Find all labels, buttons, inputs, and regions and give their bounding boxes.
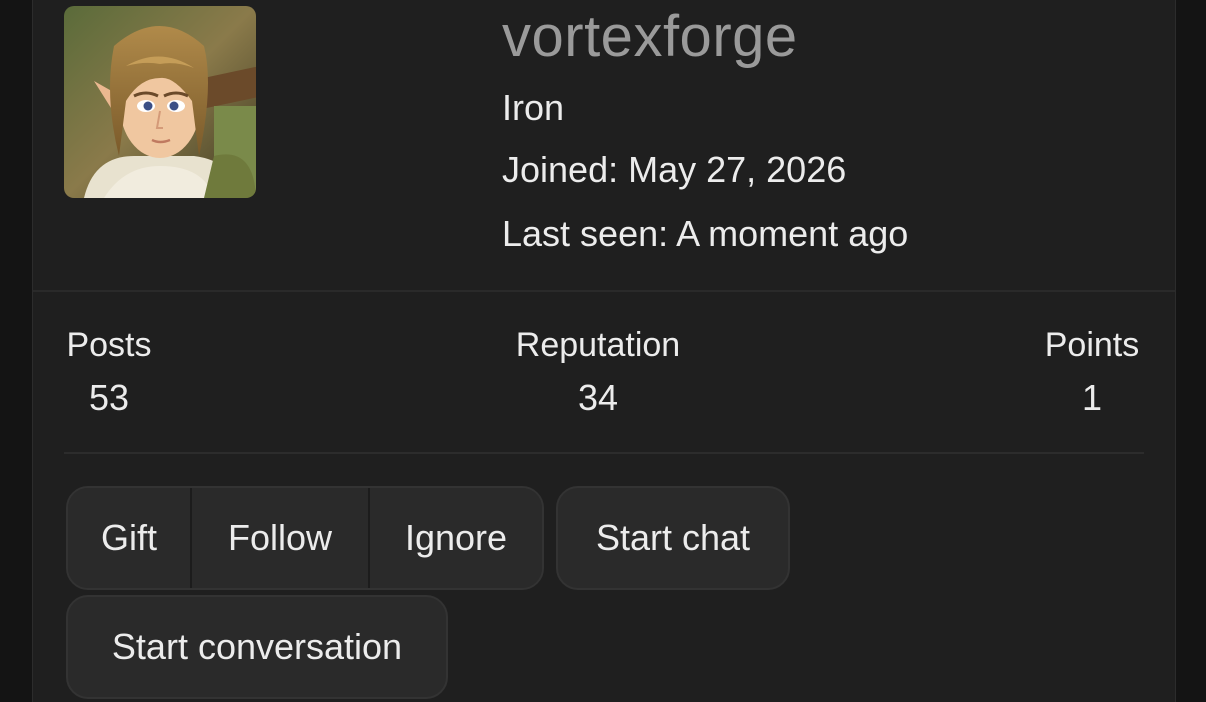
stat-points-label: Points [1044,326,1140,364]
stat-posts[interactable]: Posts 53 [64,322,154,422]
gift-button[interactable]: Gift [68,488,192,588]
follow-button[interactable]: Follow [192,488,370,588]
username: vortexforge [502,4,798,69]
profile-page: vortexforge Iron Joined: May 27, 2026 La… [0,0,1206,702]
stat-points[interactable]: Points 1 [1040,322,1144,422]
profile-card: vortexforge Iron Joined: May 27, 2026 La… [32,0,1176,702]
stat-reputation-value: 34 [577,377,619,418]
ignore-button[interactable]: Ignore [370,488,542,588]
stats-row: Posts 53 Reputation 34 Points 1 [64,322,1144,454]
stat-points-value: 1 [1081,377,1103,418]
stat-reputation-label: Reputation [515,326,681,364]
stat-posts-label: Posts [66,326,152,364]
profile-header: vortexforge Iron Joined: May 27, 2026 La… [33,0,1175,292]
stat-reputation[interactable]: Reputation 34 [510,322,686,422]
user-rank: Iron [502,87,565,128]
joined-date: Joined: May 27, 2026 [502,149,847,190]
action-button-group: Gift Follow Ignore [66,486,544,590]
last-seen: Last seen: A moment ago [502,213,909,254]
stat-posts-value: 53 [88,377,130,418]
avatar[interactable] [64,6,256,198]
avatar-image [64,6,256,198]
start-conversation-button[interactable]: Start conversation [66,595,448,699]
start-chat-button[interactable]: Start chat [556,486,790,590]
